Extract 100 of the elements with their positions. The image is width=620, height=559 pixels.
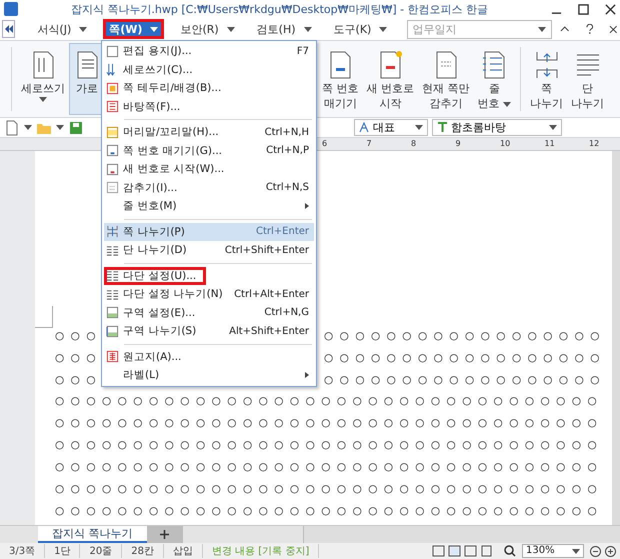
caret-icon — [79, 26, 88, 32]
ruler-number: 8 — [411, 139, 416, 149]
circle-characters: ○○○ — [55, 330, 102, 342]
ribbon-button[interactable]: 세로쓰기 — [17, 43, 69, 115]
app-icon — [4, 2, 18, 16]
menu-item[interactable]: 라벨(L) — [104, 366, 314, 384]
caret-icon — [56, 125, 64, 130]
status-text: 20줄 — [80, 544, 122, 558]
ribbon-button[interactable]: 새 번호로 시작 — [362, 43, 418, 115]
menu-item[interactable]: 쪽 테두리/배경(B)... — [104, 79, 314, 98]
menu-tab[interactable]: 도구(K) — [328, 19, 394, 39]
ribbon-button[interactable]: 쪽 나누기 — [526, 43, 567, 115]
collapse-ribbon-icon[interactable] — [560, 26, 570, 32]
double-arrow-icon — [4, 25, 13, 33]
page-icon — [106, 181, 119, 194]
columns-icon — [106, 269, 119, 282]
caret-icon — [226, 26, 235, 32]
vertical-scrollbar[interactable] — [612, 151, 620, 525]
page-icon — [106, 126, 119, 139]
menu-tab[interactable]: 쪽(W) — [103, 19, 164, 39]
circle-characters: ○○○○○○○○○○○○○○○○○○○○○○○○○○○○○○○○○○○ — [55, 417, 604, 430]
page-corner-mark — [35, 306, 53, 328]
menu-item[interactable]: 감추기(I)... Ctrl+N,S — [104, 178, 314, 197]
close-icon[interactable] — [609, 24, 618, 34]
circle-characters: ○○○ — [55, 374, 102, 386]
close-icon[interactable] — [605, 4, 616, 14]
menu-item[interactable]: 줄 번호(M) — [104, 197, 314, 216]
help-icon[interactable] — [586, 24, 594, 34]
menu-item[interactable]: 원고지(A)... — [104, 348, 314, 366]
menu-item[interactable]: 바탕쪽(F)... — [104, 98, 314, 116]
circle-characters: ○○○○○○○○○○○○○○○○○○ — [324, 330, 606, 342]
menu-item[interactable]: 편집 용지(J)... F7 — [104, 42, 314, 60]
caret-icon — [24, 125, 32, 130]
menu-item[interactable]: 쪽 번호 매기기(G)... Ctrl+N,P — [104, 142, 314, 160]
circle-characters: ○○○○○○○○○○○○○○○○○○○○○○○○○○○○○○○○○○○ — [55, 439, 604, 452]
menu-item[interactable]: 세로쓰기(C)... — [104, 60, 314, 79]
status-text: 3/3쪽 — [0, 544, 46, 558]
menu-item[interactable]: 머리말/꼬리말(H)... Ctrl+N,H — [104, 123, 314, 142]
caret-icon — [572, 548, 580, 554]
columns-icon — [106, 288, 119, 301]
status-text: 삽입 — [164, 544, 203, 558]
circle-characters: ○○○○○○○○○○○○○○○○○○○○○○○○○○○○○○○○○○○ — [55, 461, 604, 474]
page-icon — [106, 82, 119, 95]
status-text: 변경 내용 [기록 중지] — [202, 544, 320, 558]
menu-item[interactable]: 단 나누기(D) Ctrl+Shift+Enter — [104, 241, 314, 260]
font-combo[interactable]: 함초롬바탕 — [432, 119, 562, 136]
ribbon-button[interactable]: 쪽 번호 매기기 — [318, 43, 362, 115]
zoom-in-icon[interactable] — [605, 546, 616, 556]
add-tab-button[interactable] — [146, 526, 182, 543]
page-icon — [106, 162, 119, 176]
ribbon-button[interactable]: 현재 쪽만 감추기 — [418, 43, 474, 115]
circle-characters: ○○○ — [55, 352, 102, 364]
ruler-number: 12 — [589, 139, 600, 149]
circle-characters: ○○○○○○○○○○○○○○○○○○○○○○○○○○○○○○○○○○○ — [55, 482, 604, 495]
status-text: 28칸 — [122, 544, 164, 558]
ruler-number: 10 — [500, 139, 510, 149]
circle-characters: ○○○○○○○○○○○○○○○○○○ — [324, 352, 606, 364]
columns-icon — [106, 244, 119, 257]
caret-icon — [304, 26, 312, 32]
page-break-icon — [106, 225, 119, 238]
page-icon — [106, 306, 119, 320]
ruler-number: 6 — [322, 139, 328, 149]
status-text: 1단 — [45, 544, 80, 558]
view-mode-icons[interactable] — [432, 545, 494, 557]
zoom-select[interactable]: 130% — [522, 544, 584, 558]
plus-icon — [160, 530, 169, 539]
circle-characters: ○○○○○○○○○○○○○○○○○○○○○○○○○○○○○○○○○○○ — [55, 504, 604, 517]
caret-icon — [150, 26, 158, 32]
page-icon — [106, 144, 119, 158]
horizontal-scrollbar[interactable] — [302, 526, 620, 543]
menu-item[interactable]: 새 번호로 시작(W)... — [104, 160, 314, 178]
ribbon-button[interactable]: 단 나누기 — [567, 43, 608, 115]
ribbon-button[interactable]: 줄 번호 — [474, 43, 515, 115]
caret-icon — [379, 26, 388, 32]
menu-tab[interactable]: 서식(J) — [31, 19, 94, 39]
menu-item[interactable]: 다단 설정(U)... — [104, 266, 206, 285]
menu-tab[interactable]: 보안(R) — [174, 19, 241, 39]
page-icon — [106, 44, 119, 58]
save-icon[interactable] — [68, 120, 84, 136]
menu-tab[interactable]: 검토(H) — [250, 19, 318, 39]
window-title: 잡지식 쪽나누기.hwp [C:₩Users₩rkdgu₩Desktop₩마케팅₩] - 한컴오피스 한글 — [70, 2, 490, 16]
caret-icon — [549, 125, 557, 130]
menu-item[interactable]: 구역 나누기(S) Alt+Shift+Enter — [104, 322, 314, 340]
style-select[interactable]: 업무일지 — [407, 20, 552, 38]
menu-item[interactable]: 쪽 나누기(P) Ctrl+Enter — [104, 222, 314, 241]
font-icon — [437, 122, 448, 133]
page-icon — [106, 350, 119, 364]
style-icon — [359, 122, 370, 133]
zoom-icon[interactable] — [504, 545, 516, 557]
caret-icon — [415, 125, 423, 130]
circle-characters: ○○○○○○○○○○○○○○○○○○ — [324, 374, 606, 386]
ruler-number: 9 — [456, 139, 461, 149]
style-combo[interactable]: 대표 — [354, 119, 428, 136]
ruler-number: 7 — [366, 139, 372, 149]
collapse-button[interactable] — [2, 20, 16, 38]
document-tab[interactable]: 잡지식 쪽나누기 — [38, 526, 146, 543]
menu-item[interactable]: 구역 설정(E)... Ctrl+N,G — [104, 304, 314, 322]
maximize-icon[interactable] — [578, 4, 589, 14]
zoom-out-icon[interactable] — [590, 546, 601, 556]
menu-item[interactable]: 다단 설정 나누기(N) Ctrl+Alt+Enter — [104, 285, 314, 304]
